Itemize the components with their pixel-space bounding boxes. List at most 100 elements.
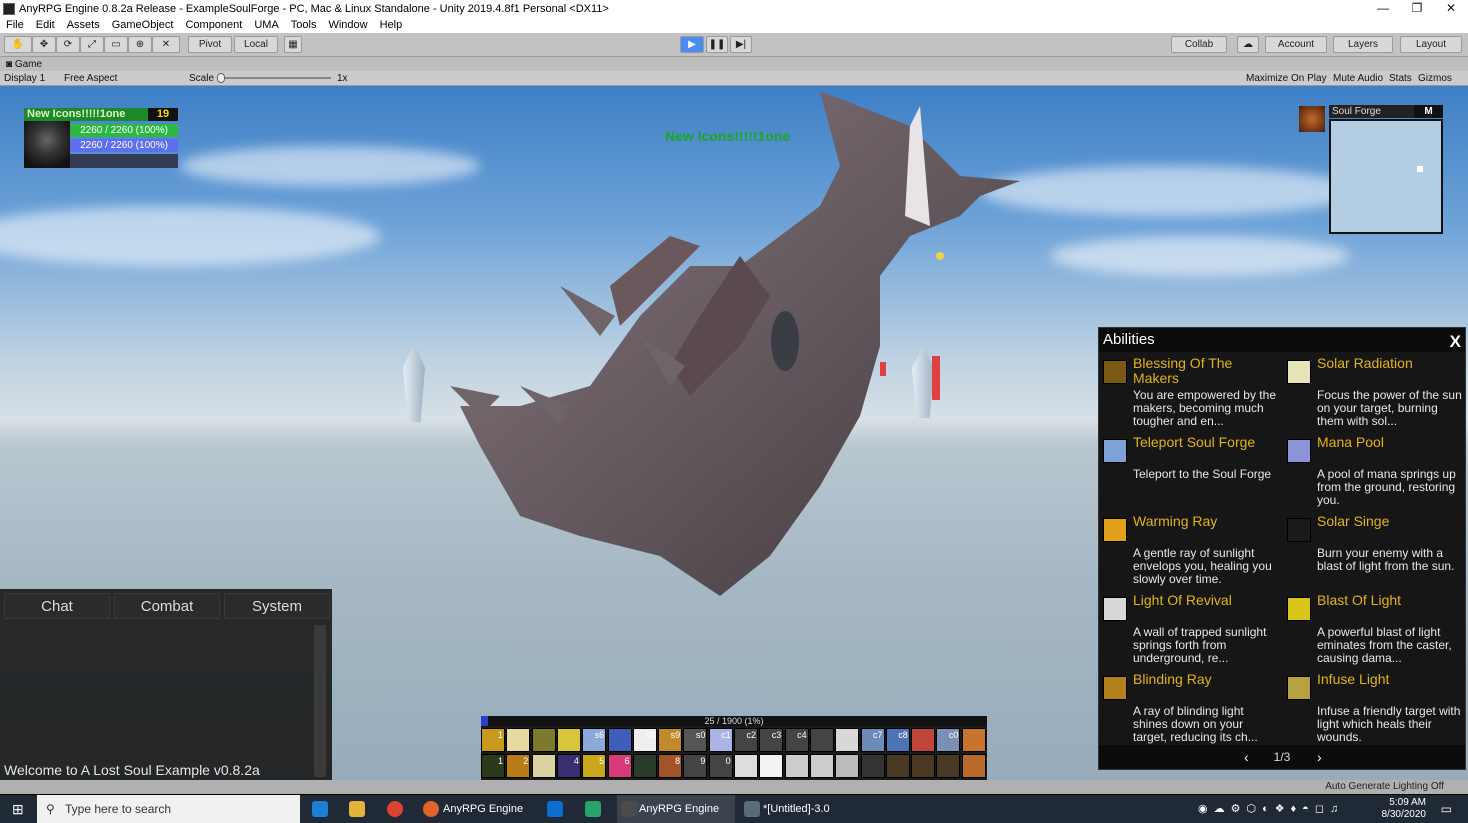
action-slot[interactable]: s6	[582, 728, 607, 752]
play-button[interactable]: ▶	[680, 36, 704, 53]
collab-dropdown[interactable]: Collab	[1171, 36, 1227, 53]
ability-item[interactable]: Blessing Of The Makers You are empowered …	[1099, 356, 1281, 432]
rect-tool-icon[interactable]: ▭	[104, 36, 128, 53]
tray-icons[interactable]: ◉☁⚙⬡◐❖♦◓◻♫	[1198, 802, 1344, 815]
file-explorer-icon[interactable]	[349, 801, 365, 817]
tab-system[interactable]: System	[224, 593, 330, 619]
action-slot[interactable]	[734, 754, 758, 778]
close-button[interactable]: ✕	[1434, 0, 1468, 17]
hand-tool-icon[interactable]: ✋	[4, 36, 32, 53]
menu-file[interactable]: File	[0, 19, 30, 31]
action-slot[interactable]	[784, 754, 809, 778]
taskbar-search[interactable]: ⚲ Type here to search	[37, 795, 300, 823]
tab-chat[interactable]: Chat	[4, 593, 110, 619]
action-slot[interactable]: 1	[481, 728, 505, 752]
local-toggle[interactable]: Local	[234, 36, 278, 53]
aspect-dropdown[interactable]: Free Aspect	[64, 72, 182, 85]
action-slot[interactable]: 0	[708, 754, 733, 778]
taskbar-app-anyrpg-2[interactable]: AnyRPG Engine 0.8....	[617, 795, 735, 823]
action-slot[interactable]: c2	[734, 728, 758, 752]
action-slot[interactable]: 9	[683, 754, 708, 778]
scale-slider-handle[interactable]	[217, 73, 225, 83]
step-button[interactable]: ▶|	[730, 36, 752, 53]
windows-start-icon[interactable]: ⊞	[12, 801, 24, 818]
action-slot[interactable]: c0	[936, 728, 961, 752]
transform-tool-icon[interactable]: ⊕	[128, 36, 152, 53]
menu-window[interactable]: Window	[322, 19, 373, 31]
scale-slider[interactable]	[219, 77, 331, 79]
edge-icon[interactable]	[312, 801, 328, 817]
action-slot[interactable]: c7	[860, 728, 885, 752]
display-dropdown[interactable]: Display 1	[4, 72, 45, 85]
menu-gameobject[interactable]: GameObject	[106, 19, 180, 31]
cloud-icon[interactable]: ☁	[1237, 36, 1259, 53]
stats-toggle[interactable]: Stats	[1389, 72, 1412, 85]
ability-item[interactable]: Warming Ray A gentle ray of sunlight enve…	[1099, 514, 1281, 590]
action-slot[interactable]: c8	[885, 728, 910, 752]
action-slot[interactable]	[911, 728, 936, 752]
ability-item[interactable]: Light Of Revival A wall of trapped sunlig…	[1099, 593, 1281, 669]
action-slot[interactable]: c4	[784, 728, 809, 752]
mute-audio-toggle[interactable]: Mute Audio	[1333, 72, 1383, 85]
action-slot[interactable]: 1	[481, 754, 505, 778]
ability-item[interactable]: Solar Radiation Focus the power of the su…	[1283, 356, 1465, 432]
taskbar-app-anyrpg-1[interactable]: AnyRPG Engine 0.8....	[421, 795, 541, 823]
pivot-toggle[interactable]: Pivot	[188, 36, 232, 53]
action-slot[interactable]: 6	[607, 754, 632, 778]
menu-edit[interactable]: Edit	[30, 19, 61, 31]
action-slot[interactable]	[531, 754, 556, 778]
maximize-button[interactable]: ❐	[1400, 0, 1434, 17]
next-page-button[interactable]: ›	[1317, 745, 1322, 769]
action-slot[interactable]	[809, 728, 834, 752]
chrome-icon[interactable]	[387, 801, 403, 817]
action-slot[interactable]	[911, 754, 936, 778]
action-slot[interactable]	[632, 754, 657, 778]
scale-tool-icon[interactable]: ⤢	[80, 36, 104, 53]
game-tab[interactable]: ◙ Game	[6, 59, 42, 70]
action-slot[interactable]	[835, 754, 860, 778]
action-slot[interactable]	[506, 728, 531, 752]
action-slot[interactable]	[531, 728, 556, 752]
action-slot[interactable]	[607, 728, 632, 752]
taskbar-clock[interactable]: 5:09 AM 8/30/2020	[1382, 797, 1427, 821]
move-tool-icon[interactable]: ✥	[32, 36, 56, 53]
prev-page-button[interactable]: ‹	[1244, 745, 1249, 769]
gizmos-dropdown[interactable]: Gizmos	[1418, 72, 1452, 85]
menu-help[interactable]: Help	[374, 19, 409, 31]
ability-item[interactable]: Teleport Soul Forge Teleport to the Soul …	[1099, 435, 1281, 511]
action-slot[interactable]	[860, 754, 885, 778]
action-slot[interactable]: s9	[658, 728, 683, 752]
taskbar-app-untitled[interactable]: *[Untitled]-3.0 (RG...	[741, 795, 861, 823]
abilities-close-button[interactable]: X	[1450, 330, 1461, 354]
action-slot[interactable]: c1	[708, 728, 733, 752]
tab-combat[interactable]: Combat	[114, 593, 220, 619]
ability-item[interactable]: Blast Of Light A powerful blast of light …	[1283, 593, 1465, 669]
action-slot[interactable]	[556, 728, 581, 752]
action-slot[interactable]: 2	[506, 754, 531, 778]
rotate-tool-icon[interactable]: ⟳	[56, 36, 80, 53]
pause-button[interactable]: ❚❚	[706, 36, 728, 53]
game-viewport[interactable]: New Icons!!!!!1one 19 2260 / 2260 (100%)…	[0, 86, 1468, 780]
action-slot[interactable]	[809, 754, 834, 778]
action-slot[interactable]	[961, 728, 986, 752]
action-slot[interactable]: 4	[556, 754, 581, 778]
custom-tool-icon[interactable]: ✕	[152, 36, 180, 53]
minimap[interactable]	[1329, 119, 1443, 234]
snap-icon[interactable]: ▦	[284, 36, 302, 53]
action-slot[interactable]: c3	[759, 728, 784, 752]
ability-item[interactable]: Mana Pool A pool of mana springs up from …	[1283, 435, 1465, 511]
menu-tools[interactable]: Tools	[285, 19, 323, 31]
action-slot[interactable]	[885, 754, 910, 778]
menu-uma[interactable]: UMA	[248, 19, 284, 31]
chat-scrollbar[interactable]	[314, 625, 326, 777]
minimize-button[interactable]: —	[1366, 0, 1400, 17]
action-slot[interactable]	[961, 754, 986, 778]
player-unit-frame[interactable]: New Icons!!!!!1one 19 2260 / 2260 (100%)…	[24, 108, 178, 168]
skype-icon[interactable]	[547, 801, 563, 817]
layout-dropdown[interactable]: Layout	[1400, 36, 1462, 53]
game-bar-icon[interactable]	[585, 801, 601, 817]
action-slot[interactable]: 5	[582, 754, 607, 778]
layers-dropdown[interactable]: Layers	[1333, 36, 1393, 53]
ability-item[interactable]: Blinding Ray A ray of blinding light shin…	[1099, 672, 1281, 748]
menu-assets[interactable]: Assets	[61, 19, 106, 31]
